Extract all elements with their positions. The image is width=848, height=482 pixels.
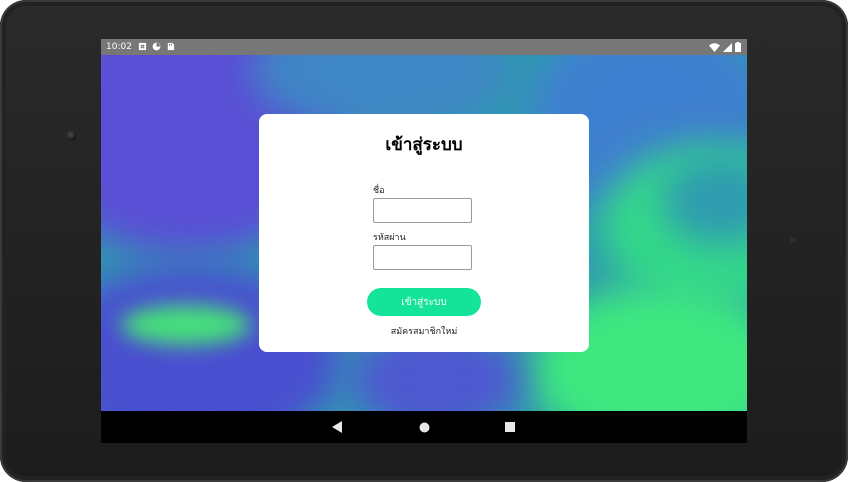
page-title: เข้าสู่ระบบ: [385, 135, 463, 155]
battery-icon: [735, 42, 741, 52]
password-input[interactable]: [373, 245, 472, 270]
back-button[interactable]: [329, 419, 345, 435]
navigation-bar: [101, 411, 747, 443]
name-label: ชื่อ: [373, 186, 385, 196]
tablet-frame: 10:02 เข้าสู่ระบบ ชื่อ รหัสผ่าน เข้าสู่ร…: [0, 0, 848, 482]
back-triangle-icon: [331, 421, 342, 433]
sensor-dot: [790, 237, 796, 243]
status-time: 10:02: [106, 42, 132, 52]
status-system-icons: [709, 42, 741, 52]
sim-card-alert-icon: [138, 42, 147, 51]
register-link[interactable]: สมัครสมาชิกใหม่: [259, 324, 589, 338]
status-bar: 10:02: [101, 39, 747, 55]
status-notification-icons: [138, 42, 175, 51]
login-button[interactable]: เข้าสู่ระบบ: [367, 288, 481, 316]
recents-square-icon: [505, 422, 515, 432]
front-camera: [66, 130, 77, 141]
cellular-signal-icon: [723, 42, 732, 52]
password-label: รหัสผ่าน: [373, 233, 406, 243]
home-button[interactable]: [416, 419, 432, 435]
login-card: เข้าสู่ระบบ ชื่อ รหัสผ่าน เข้าสู่ระบบ สม…: [259, 114, 589, 352]
recents-button[interactable]: [502, 419, 518, 435]
app-background: เข้าสู่ระบบ ชื่อ รหัสผ่าน เข้าสู่ระบบ สม…: [101, 55, 747, 411]
home-circle-icon: [419, 422, 429, 432]
name-input[interactable]: [373, 198, 472, 223]
data-saver-icon: [152, 42, 161, 51]
wifi-icon: [709, 42, 720, 52]
device-screen: 10:02 เข้าสู่ระบบ ชื่อ รหัสผ่าน เข้าสู่ร…: [101, 39, 747, 443]
sd-card-icon: [167, 42, 175, 51]
